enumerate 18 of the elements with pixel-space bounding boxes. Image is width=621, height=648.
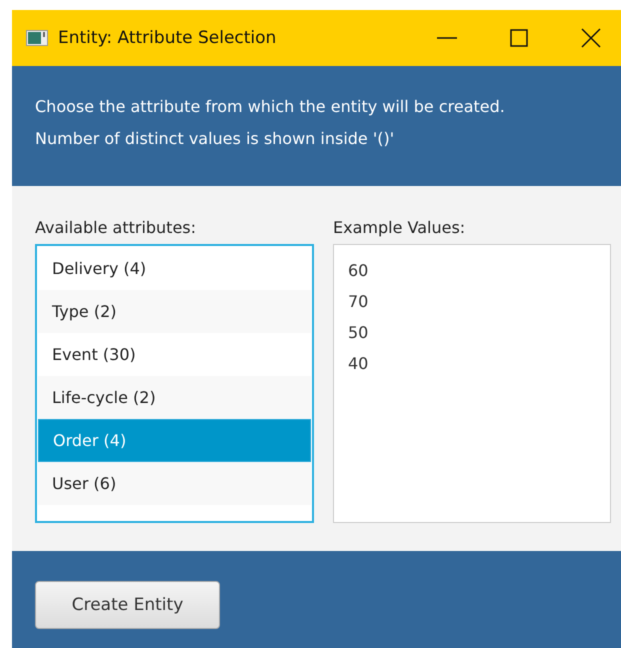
list-item[interactable]: Event (30) bbox=[38, 333, 311, 376]
list-item[interactable]: Life-cycle (2) bbox=[38, 376, 311, 419]
example-value: 70 bbox=[348, 291, 370, 313]
maximize-icon[interactable] bbox=[509, 28, 529, 48]
instruction-text: Choose the attribute from which the entity will be created. bbox=[35, 96, 506, 118]
example-value: 50 bbox=[348, 322, 370, 344]
values-label: Example Values: bbox=[333, 218, 466, 238]
list-label: Available attributes: bbox=[35, 218, 198, 238]
example-value: 40 bbox=[348, 353, 370, 375]
example-value: 60 bbox=[348, 260, 370, 282]
app-icon bbox=[26, 30, 48, 46]
list-item[interactable]: User (6) bbox=[38, 462, 311, 505]
close-icon[interactable] bbox=[581, 28, 601, 48]
create-button[interactable]: Create Entity bbox=[35, 581, 220, 629]
list-item[interactable]: Type (2) bbox=[38, 290, 311, 333]
window-title: Entity: Attribute Selection bbox=[58, 28, 278, 48]
instruction-text: Number of distinct values is shown inside '()' bbox=[35, 128, 396, 150]
list-item[interactable]: Delivery (4) bbox=[38, 247, 311, 290]
